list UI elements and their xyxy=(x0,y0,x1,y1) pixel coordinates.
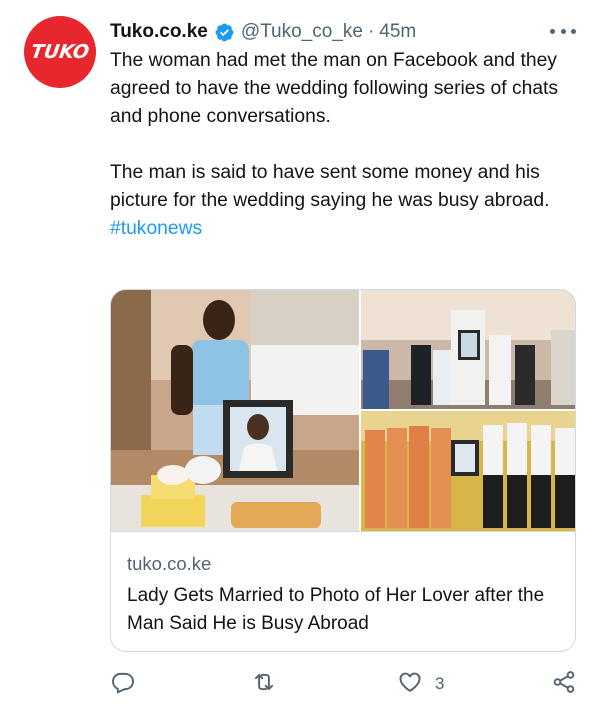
heart-icon xyxy=(397,669,423,700)
retweet-button[interactable] xyxy=(251,668,277,700)
user-handle[interactable]: @Tuko_co_ke xyxy=(241,21,363,43)
card-domain: tuko.co.ke xyxy=(127,553,212,574)
share-button[interactable] xyxy=(551,668,577,700)
card-title: Lady Gets Married to Photo of Her Lover … xyxy=(127,585,545,634)
separator-dot: · xyxy=(367,21,375,42)
reply-icon xyxy=(110,669,136,700)
ceremony-photo-panel xyxy=(361,290,575,409)
reply-button[interactable] xyxy=(110,668,136,700)
card-info: tuko.co.ke Lady Gets Married to Photo of… xyxy=(111,531,575,651)
tweet-paragraph: The man is said to have sent some money … xyxy=(110,162,550,211)
action-bar: 3 xyxy=(110,668,590,700)
avatar[interactable]: TUKO xyxy=(24,16,96,88)
tweet-text: The woman had met the man on Facebook an… xyxy=(110,47,590,243)
bride-photo-panel xyxy=(111,290,359,531)
like-count: 3 xyxy=(435,674,445,693)
like-button[interactable]: 3 xyxy=(397,668,444,700)
tweet-header: Tuko.co.ke @Tuko_co_ke · 45m xyxy=(110,19,416,45)
verified-badge-icon xyxy=(214,22,235,43)
group-photo-panel xyxy=(361,411,575,531)
avatar-logo-text: TUKO xyxy=(29,41,91,63)
timestamp[interactable]: 45m xyxy=(379,21,416,43)
hashtag-link[interactable]: #tukonews xyxy=(110,218,202,239)
share-icon xyxy=(551,669,577,700)
more-options-icon[interactable] xyxy=(550,22,576,40)
display-name[interactable]: Tuko.co.ke xyxy=(110,21,208,43)
tweet-paragraph: The woman had met the man on Facebook an… xyxy=(110,50,559,127)
retweet-icon xyxy=(251,669,277,700)
link-preview-card[interactable]: tuko.co.ke Lady Gets Married to Photo of… xyxy=(110,289,576,652)
card-image xyxy=(111,290,575,531)
